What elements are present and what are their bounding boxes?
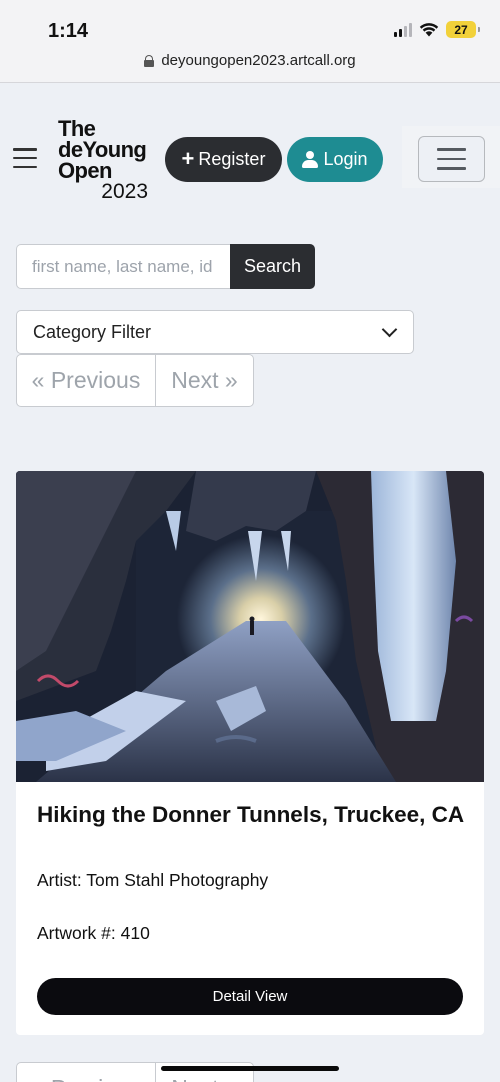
- category-filter-select[interactable]: Category Filter: [16, 310, 414, 354]
- cellular-signal-icon: [394, 22, 412, 37]
- category-filter-value: Category Filter: [33, 321, 152, 342]
- logo-year: 2023: [101, 180, 148, 203]
- login-button[interactable]: Login: [287, 137, 383, 182]
- pagination-bottom: « Previous Next »: [16, 1062, 254, 1082]
- user-icon: [302, 151, 319, 168]
- artwork-title: Hiking the Donner Tunnels, Truckee, CA: [37, 802, 465, 827]
- artwork-image[interactable]: [16, 471, 484, 782]
- battery-icon: 27: [446, 21, 480, 38]
- menu-icon-bar: [437, 157, 466, 161]
- next-page-button[interactable]: Next »: [156, 355, 253, 406]
- previous-page-button[interactable]: « Previous: [17, 1063, 156, 1082]
- browser-chrome: 1:14 27 deyoungopen2023.artcall.org: [0, 0, 500, 83]
- home-indicator: [161, 1066, 339, 1071]
- search-input[interactable]: [16, 244, 230, 289]
- menu-icon-bar: [437, 148, 466, 151]
- url-text: deyoungopen2023.artcall.org: [161, 52, 356, 69]
- artwork-number: Artwork #: 410: [37, 923, 150, 943]
- detail-view-button[interactable]: Detail View: [37, 978, 463, 1015]
- sidebar-menu-icon[interactable]: [13, 148, 37, 168]
- lock-icon: [144, 54, 155, 67]
- status-time: 1:14: [48, 20, 89, 42]
- plus-icon: +: [181, 145, 195, 171]
- previous-page-button[interactable]: « Previous: [17, 355, 156, 406]
- status-icons: 27: [394, 21, 480, 38]
- chevron-down-icon: [381, 321, 398, 337]
- register-label: Register: [198, 149, 266, 169]
- artwork-card: Hiking the Donner Tunnels, Truckee, CA A…: [16, 471, 484, 1035]
- menu-icon-bar: [437, 167, 466, 170]
- site-logo[interactable]: The deYoung Open 2023: [58, 118, 154, 203]
- navbar-toggle-button[interactable]: [418, 136, 485, 182]
- wifi-icon: [419, 23, 439, 37]
- search-button[interactable]: Search: [230, 244, 315, 289]
- register-button[interactable]: + Register: [165, 137, 282, 182]
- artwork-artist: Artist: Tom Stahl Photography: [37, 870, 269, 890]
- login-label: Login: [323, 149, 368, 169]
- address-bar[interactable]: deyoungopen2023.artcall.org: [0, 52, 500, 69]
- pagination-top: « Previous Next »: [16, 354, 254, 407]
